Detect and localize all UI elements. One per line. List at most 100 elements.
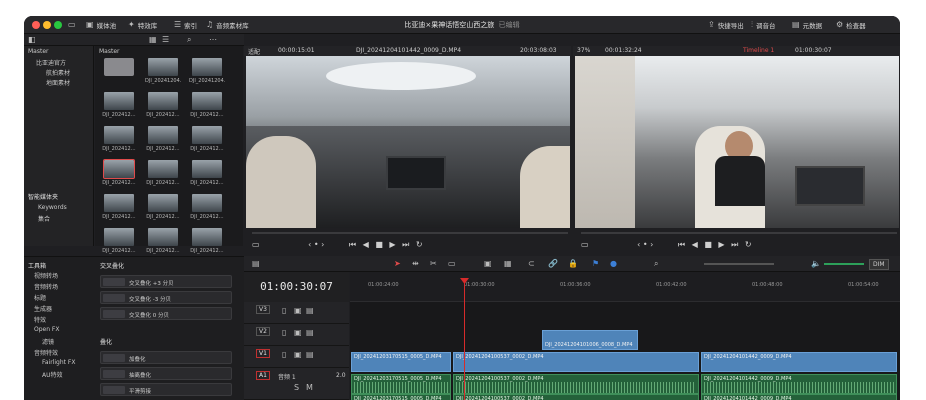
timeline-ruler[interactable]: 01:00:24:00 01:00:30:00 01:00:36:00 01:0… — [350, 272, 900, 302]
source-scrubber[interactable] — [252, 232, 568, 234]
smart-bin-keywords[interactable]: Keywords — [38, 204, 67, 211]
timeline-loop-icon[interactable]: ▭ — [581, 240, 589, 249]
bin-byd-official[interactable]: 比亚迪官方 — [36, 58, 66, 67]
bin-aerial[interactable]: 航拍素材 — [46, 68, 70, 77]
timeline-jog-icon[interactable]: ‹ • › — [637, 240, 653, 249]
clip-thumbnail[interactable] — [192, 126, 222, 144]
timeline-reverse-play-icon[interactable]: ◀ — [692, 240, 698, 249]
clip-thumbnail[interactable] — [104, 92, 134, 110]
clip-thumbnail[interactable] — [192, 92, 222, 110]
trim-tool-icon[interactable]: ⇹ — [412, 260, 419, 268]
monitor-track-icon[interactable]: ▣ — [294, 351, 302, 359]
clip-thumbnail[interactable] — [148, 92, 178, 110]
solo-icon[interactable]: S — [294, 384, 299, 392]
timeline-play-icon[interactable]: ▶ — [718, 240, 724, 249]
transition-item[interactable]: 抽离叠化 — [100, 367, 232, 380]
mute-icon[interactable]: M — [306, 384, 313, 392]
timeline-zoom[interactable]: 37% — [577, 47, 590, 54]
clip-thumbnail[interactable] — [192, 58, 222, 76]
clip-thumbnail[interactable] — [148, 228, 178, 246]
loop-toggle-icon[interactable]: ↻ — [416, 240, 423, 249]
sidebar-toggle-icon[interactable]: ◧ — [28, 36, 36, 44]
transition-item[interactable]: 交叉叠化 0 分贝 — [100, 307, 232, 320]
bin-master[interactable]: Master — [28, 48, 49, 55]
timeline-first-frame-icon[interactable]: ⏮ — [678, 240, 685, 249]
replace-clip-icon[interactable]: ▦ — [504, 260, 512, 268]
a1-clip-1-lower[interactable]: DJI_20241203170515_0005_D.MP4 — [351, 394, 451, 400]
effects-tree-item[interactable]: 音频特效 — [34, 348, 58, 357]
v1-clip-1[interactable]: DJI_20241203170515_0005_D.MP4 — [351, 352, 451, 372]
lock-track-icon[interactable]: ▯ — [282, 329, 286, 337]
timeline-loop-toggle-icon[interactable]: ↻ — [745, 240, 752, 249]
clip-thumbnail[interactable] — [148, 160, 178, 178]
link-icon[interactable]: 🔗 — [548, 260, 558, 268]
transition-item[interactable]: 交叉叠化 +3 分贝 — [100, 275, 232, 288]
blade-tool-icon[interactable]: ✂ — [430, 260, 437, 268]
lock-track-icon[interactable]: ▯ — [282, 351, 286, 359]
clip-thumbnail[interactable] — [104, 194, 134, 212]
clip-thumbnail[interactable] — [148, 126, 178, 144]
lock-icon[interactable]: 🔒 — [568, 260, 578, 268]
clip-thumbnail[interactable] — [192, 160, 222, 178]
loop-icon[interactable]: ▭ — [252, 240, 260, 249]
timeline-name[interactable]: Timeline 1 — [743, 47, 774, 54]
monitor-track-icon[interactable]: ▣ — [294, 307, 302, 315]
effects-tree-item[interactable]: AU特效 — [42, 370, 63, 379]
first-frame-icon[interactable]: ⏮ — [349, 240, 356, 249]
selection-tool-icon[interactable]: ➤ — [394, 260, 401, 268]
mixer-button[interactable]: ⫶ 调音台 — [751, 19, 776, 31]
dim-button[interactable]: DIM — [869, 259, 889, 270]
transition-item[interactable]: 平滑剪接 — [100, 383, 232, 396]
layout-icon[interactable]: ▤ — [252, 260, 260, 268]
effects-tree-item[interactable]: 音频转场 — [34, 282, 58, 291]
effects-tree-item[interactable]: 特效 — [34, 315, 46, 324]
a1-clip-2-lower[interactable]: DJI_20241204100537_0002_D.MP4 — [453, 394, 699, 400]
enable-track-icon[interactable]: ▤ — [306, 307, 314, 315]
source-zoom[interactable]: 适配 — [248, 47, 260, 56]
enable-track-icon[interactable]: ▤ — [306, 329, 314, 337]
flag-icon[interactable]: ⚑ — [592, 260, 599, 268]
zoom-out-icon[interactable]: ⌕ — [654, 260, 658, 268]
overwrite-clip-icon[interactable]: ▣ — [484, 260, 492, 268]
timeline-last-frame-icon[interactable]: ⏭ — [731, 240, 738, 249]
jog-icon[interactable]: ‹ • › — [308, 240, 324, 249]
clip-thumbnail[interactable] — [104, 126, 134, 144]
transition-item[interactable]: 加叠化 — [100, 351, 232, 364]
quick-export-button[interactable]: ⇪ 快捷导出 — [708, 19, 744, 31]
v2-clip[interactable]: DJI_20241204101006_0008_D.MP4 — [542, 330, 638, 350]
effects-tree-item[interactable]: 生成器 — [34, 304, 52, 313]
monitor-track-icon[interactable]: ▣ — [294, 329, 302, 337]
timeline-scrubber[interactable] — [581, 232, 897, 234]
thumbnail-view-icon[interactable]: ▦ — [149, 36, 157, 44]
playhead[interactable] — [464, 278, 465, 400]
last-frame-icon[interactable]: ⏭ — [402, 240, 409, 249]
play-icon[interactable]: ▶ — [389, 240, 395, 249]
marker-icon[interactable]: ● — [610, 260, 617, 268]
more-options-icon[interactable]: ⋯ — [209, 36, 217, 44]
effects-tree-item[interactable]: 标题 — [34, 293, 46, 302]
smart-bin-collection[interactable]: 集合 — [38, 214, 50, 223]
speaker-icon[interactable]: 🔈 — [811, 260, 821, 268]
v1-clip-3[interactable]: DJI_20241204101442_0009_D.MP4 — [701, 352, 897, 372]
v1-clip-2[interactable]: DJI_20241204100537_0002_D.MP4 — [453, 352, 699, 372]
clip-thumbnail[interactable] — [192, 194, 222, 212]
a1-clip-2[interactable]: DJI_20241204100537_0002_D.MP4 — [453, 374, 699, 394]
audio-track-name[interactable]: 音频 1 — [278, 372, 296, 381]
a1-clip-3-lower[interactable]: DJI_20241204101442_0009_D.MP4 — [701, 394, 897, 400]
effects-tree-item[interactable]: 滤镜 — [42, 337, 54, 346]
timeline-stop-icon[interactable]: ■ — [704, 240, 712, 249]
list-view-icon[interactable]: ☰ — [162, 36, 169, 44]
effects-tree-item[interactable]: Open FX — [34, 326, 60, 333]
bin-ground[interactable]: 地面素材 — [46, 78, 70, 87]
stop-icon[interactable]: ■ — [375, 240, 383, 249]
lock-track-icon[interactable]: ▯ — [282, 307, 286, 315]
zoom-slider[interactable] — [704, 263, 774, 265]
clip-thumbnail[interactable] — [104, 228, 134, 246]
effects-tree-item[interactable]: Fairlight FX — [42, 359, 75, 366]
folder-icon[interactable] — [104, 58, 134, 76]
clip-thumbnail[interactable] — [148, 58, 178, 76]
transition-item[interactable]: 交叉叠化 -3 分贝 — [100, 291, 232, 304]
a1-clip-3[interactable]: DJI_20241204101442_0009_D.MP4 — [701, 374, 897, 394]
snapping-icon[interactable]: ⊂ — [528, 260, 535, 268]
clip-thumbnail[interactable] — [148, 194, 178, 212]
